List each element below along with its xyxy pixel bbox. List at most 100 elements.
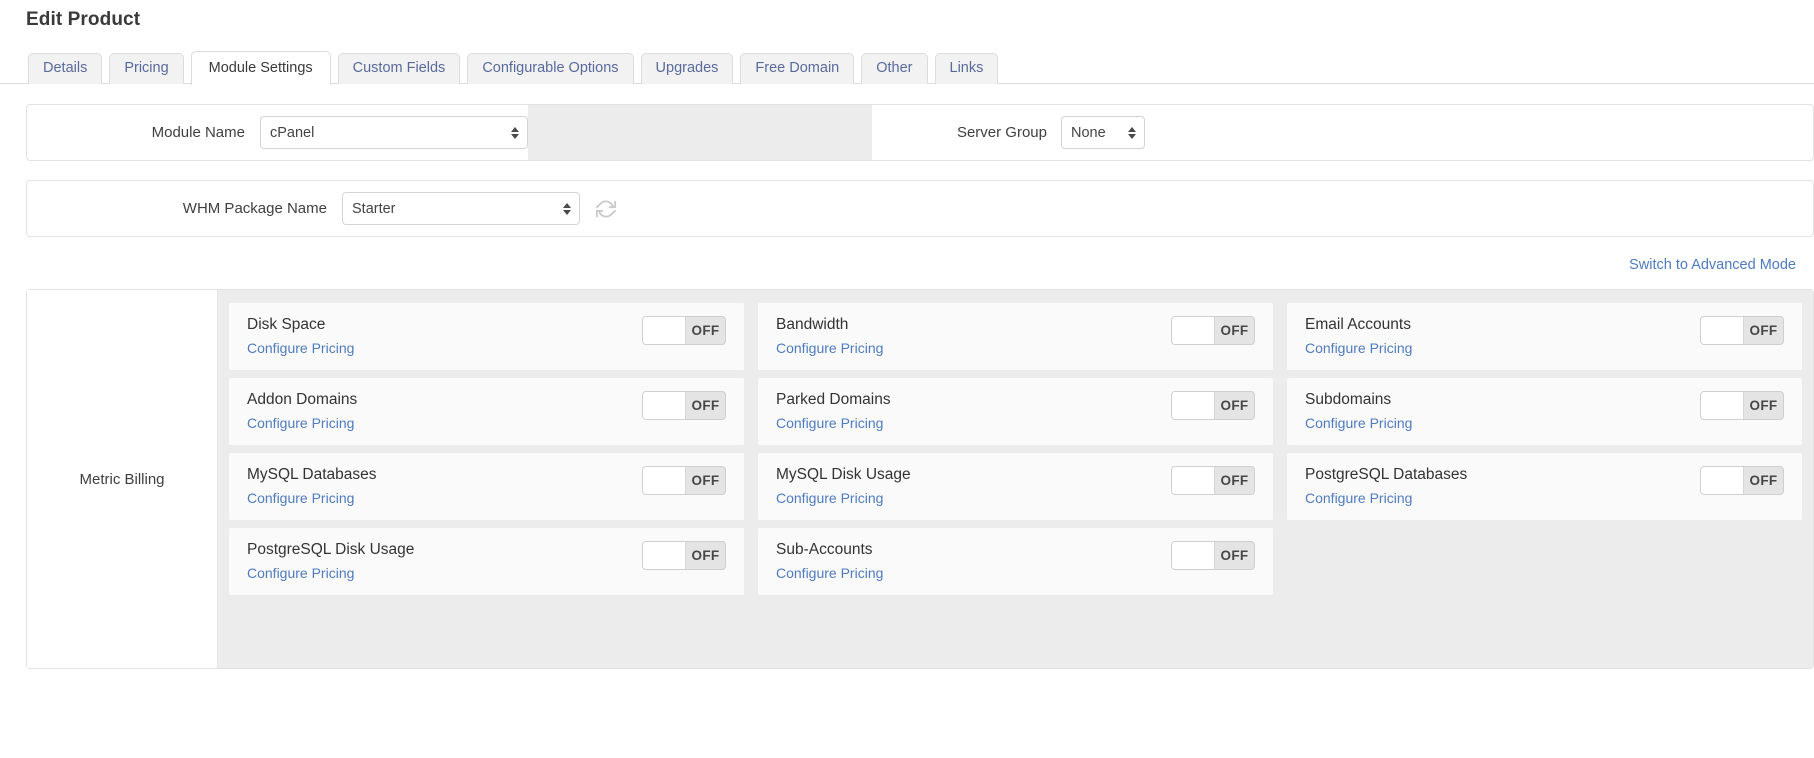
toggle-addon-domains[interactable]: OFF xyxy=(642,391,726,420)
toggle-parked-domains[interactable]: OFF xyxy=(1171,391,1255,420)
metric-name-email-accounts: Email Accounts xyxy=(1305,316,1411,333)
whm-package-label: WHM Package Name xyxy=(182,200,327,217)
tab-links[interactable]: Links xyxy=(934,53,999,84)
module-name-field: Module Name cPanel xyxy=(27,105,528,160)
metric-card-text: Bandwidth Configure Pricing xyxy=(776,315,883,357)
toggle-knob xyxy=(1172,392,1215,419)
configure-pricing-link-mysql-databases[interactable]: Configure Pricing xyxy=(247,489,377,507)
metric-card-text: MySQL Databases Configure Pricing xyxy=(247,465,377,507)
module-row-tail xyxy=(1145,105,1813,160)
configure-pricing-link-parked-domains[interactable]: Configure Pricing xyxy=(776,414,891,432)
toggle-knob xyxy=(1172,467,1215,494)
toggle-state-label: OFF xyxy=(1220,323,1249,338)
toggle-state-label: OFF xyxy=(1749,473,1778,488)
toggle-postgresql-disk-usage[interactable]: OFF xyxy=(642,541,726,570)
toggle-bandwidth[interactable]: OFF xyxy=(1171,316,1255,345)
toggle-knob xyxy=(1172,317,1215,344)
metric-name-disk-space: Disk Space xyxy=(247,316,326,333)
metric-card-text: PostgreSQL Databases Configure Pricing xyxy=(1305,465,1467,507)
metric-card-text: Parked Domains Configure Pricing xyxy=(776,390,891,432)
toggle-state-label: OFF xyxy=(691,473,720,488)
tab-details[interactable]: Details xyxy=(28,53,103,84)
module-settings-row: Module Name cPanel Server Group None xyxy=(26,104,1814,161)
refresh-icon[interactable] xyxy=(593,196,619,222)
toggle-state-label: OFF xyxy=(691,548,720,563)
toggle-subdomains[interactable]: OFF xyxy=(1700,391,1784,420)
module-row-filler xyxy=(528,105,872,160)
toggle-mysql-databases[interactable]: OFF xyxy=(642,466,726,495)
configure-pricing-link-email-accounts[interactable]: Configure Pricing xyxy=(1305,339,1412,357)
toggle-knob xyxy=(1701,467,1744,494)
metric-card-text: Email Accounts Configure Pricing xyxy=(1305,315,1412,357)
tab-configurable-options[interactable]: Configurable Options xyxy=(467,53,634,84)
toggle-knob xyxy=(643,467,686,494)
metric-card-addon-domains: Addon Domains Configure Pricing OFF xyxy=(228,377,745,446)
metric-card-text: MySQL Disk Usage Configure Pricing xyxy=(776,465,911,507)
metric-card-subdomains: Subdomains Configure Pricing OFF xyxy=(1286,377,1803,446)
metric-name-mysql-disk-usage: MySQL Disk Usage xyxy=(776,466,911,483)
configure-pricing-link-addon-domains[interactable]: Configure Pricing xyxy=(247,414,357,432)
server-group-label: Server Group xyxy=(956,124,1047,141)
toggle-mysql-disk-usage[interactable]: OFF xyxy=(1171,466,1255,495)
metric-card-bandwidth: Bandwidth Configure Pricing OFF xyxy=(757,302,1274,371)
metric-name-mysql-databases: MySQL Databases xyxy=(247,466,377,483)
metric-card-text: Addon Domains Configure Pricing xyxy=(247,390,357,432)
configure-pricing-link-sub-accounts[interactable]: Configure Pricing xyxy=(776,564,883,582)
server-group-select[interactable]: None xyxy=(1061,116,1145,149)
metric-card-mysql-disk-usage: MySQL Disk Usage Configure Pricing OFF xyxy=(757,452,1274,521)
configure-pricing-link-mysql-disk-usage[interactable]: Configure Pricing xyxy=(776,489,911,507)
metric-billing-label: Metric Billing xyxy=(27,290,217,668)
toggle-knob xyxy=(1701,317,1744,344)
whm-package-select[interactable]: Starter xyxy=(342,192,580,225)
tab-module-settings[interactable]: Module Settings xyxy=(190,51,331,85)
metric-card-text: Subdomains Configure Pricing xyxy=(1305,390,1412,432)
tab-free-domain[interactable]: Free Domain xyxy=(740,53,855,84)
toggle-state-label: OFF xyxy=(691,398,720,413)
tab-pricing[interactable]: Pricing xyxy=(109,53,184,84)
metric-billing-panel: Metric Billing Disk Space Configure Prici… xyxy=(26,289,1814,669)
toggle-knob xyxy=(643,392,686,419)
toggle-email-accounts[interactable]: OFF xyxy=(1700,316,1784,345)
whm-package-row: WHM Package Name Starter xyxy=(26,180,1814,237)
toggle-postgresql-databases[interactable]: OFF xyxy=(1700,466,1784,495)
toggle-disk-space[interactable]: OFF xyxy=(642,316,726,345)
module-name-select-wrap: cPanel xyxy=(260,116,528,149)
toggle-state-label: OFF xyxy=(1749,398,1778,413)
metric-name-bandwidth: Bandwidth xyxy=(776,316,849,333)
metric-billing-grid-container: Disk Space Configure Pricing OFF Bandwidth C… xyxy=(217,290,1813,668)
configure-pricing-link-bandwidth[interactable]: Configure Pricing xyxy=(776,339,883,357)
server-group-select-wrap: None xyxy=(1061,116,1145,149)
metric-card-postgresql-disk-usage: PostgreSQL Disk Usage Configure Pricing OF… xyxy=(228,527,745,596)
metric-name-postgresql-databases: PostgreSQL Databases xyxy=(1305,466,1468,483)
tab-other[interactable]: Other xyxy=(861,53,928,84)
metric-name-postgresql-disk-usage: PostgreSQL Disk Usage xyxy=(247,541,415,558)
metric-card-disk-space: Disk Space Configure Pricing OFF xyxy=(228,302,745,371)
toggle-state-label: OFF xyxy=(1220,548,1249,563)
toggle-sub-accounts[interactable]: OFF xyxy=(1171,541,1255,570)
edit-product-page: Edit Product Details Pricing Module Settin… xyxy=(0,0,1814,758)
metric-card-parked-domains: Parked Domains Configure Pricing OFF xyxy=(757,377,1274,446)
advanced-mode-row: Switch to Advanced Mode xyxy=(26,237,1814,283)
switch-to-advanced-mode-link[interactable]: Switch to Advanced Mode xyxy=(1629,257,1796,273)
whm-row-tail xyxy=(619,181,1813,236)
metric-card-text: PostgreSQL Disk Usage Configure Pricing xyxy=(247,540,414,582)
toggle-knob xyxy=(643,542,686,569)
metric-name-sub-accounts: Sub-Accounts xyxy=(776,541,873,558)
configure-pricing-link-postgresql-disk-usage[interactable]: Configure Pricing xyxy=(247,564,414,582)
tab-custom-fields[interactable]: Custom Fields xyxy=(337,53,461,84)
metric-card-email-accounts: Email Accounts Configure Pricing OFF xyxy=(1286,302,1803,371)
whm-package-field: WHM Package Name Starter xyxy=(27,181,619,236)
metric-card-postgresql-databases: PostgreSQL Databases Configure Pricing OFF xyxy=(1286,452,1803,521)
module-name-label: Module Name xyxy=(151,124,245,141)
metric-name-parked-domains: Parked Domains xyxy=(776,391,891,408)
toggle-knob xyxy=(643,317,686,344)
tab-bar: Details Pricing Module Settings Custom Fiel… xyxy=(0,51,1814,85)
configure-pricing-link-subdomains[interactable]: Configure Pricing xyxy=(1305,414,1412,432)
metric-card-placeholder xyxy=(1286,527,1803,596)
module-name-select[interactable]: cPanel xyxy=(260,116,528,149)
metric-card-text: Disk Space Configure Pricing xyxy=(247,315,354,357)
tab-upgrades[interactable]: Upgrades xyxy=(640,53,734,84)
configure-pricing-link-postgresql-databases[interactable]: Configure Pricing xyxy=(1305,489,1467,507)
configure-pricing-link-disk-space[interactable]: Configure Pricing xyxy=(247,339,354,357)
page-title: Edit Product xyxy=(26,9,141,30)
